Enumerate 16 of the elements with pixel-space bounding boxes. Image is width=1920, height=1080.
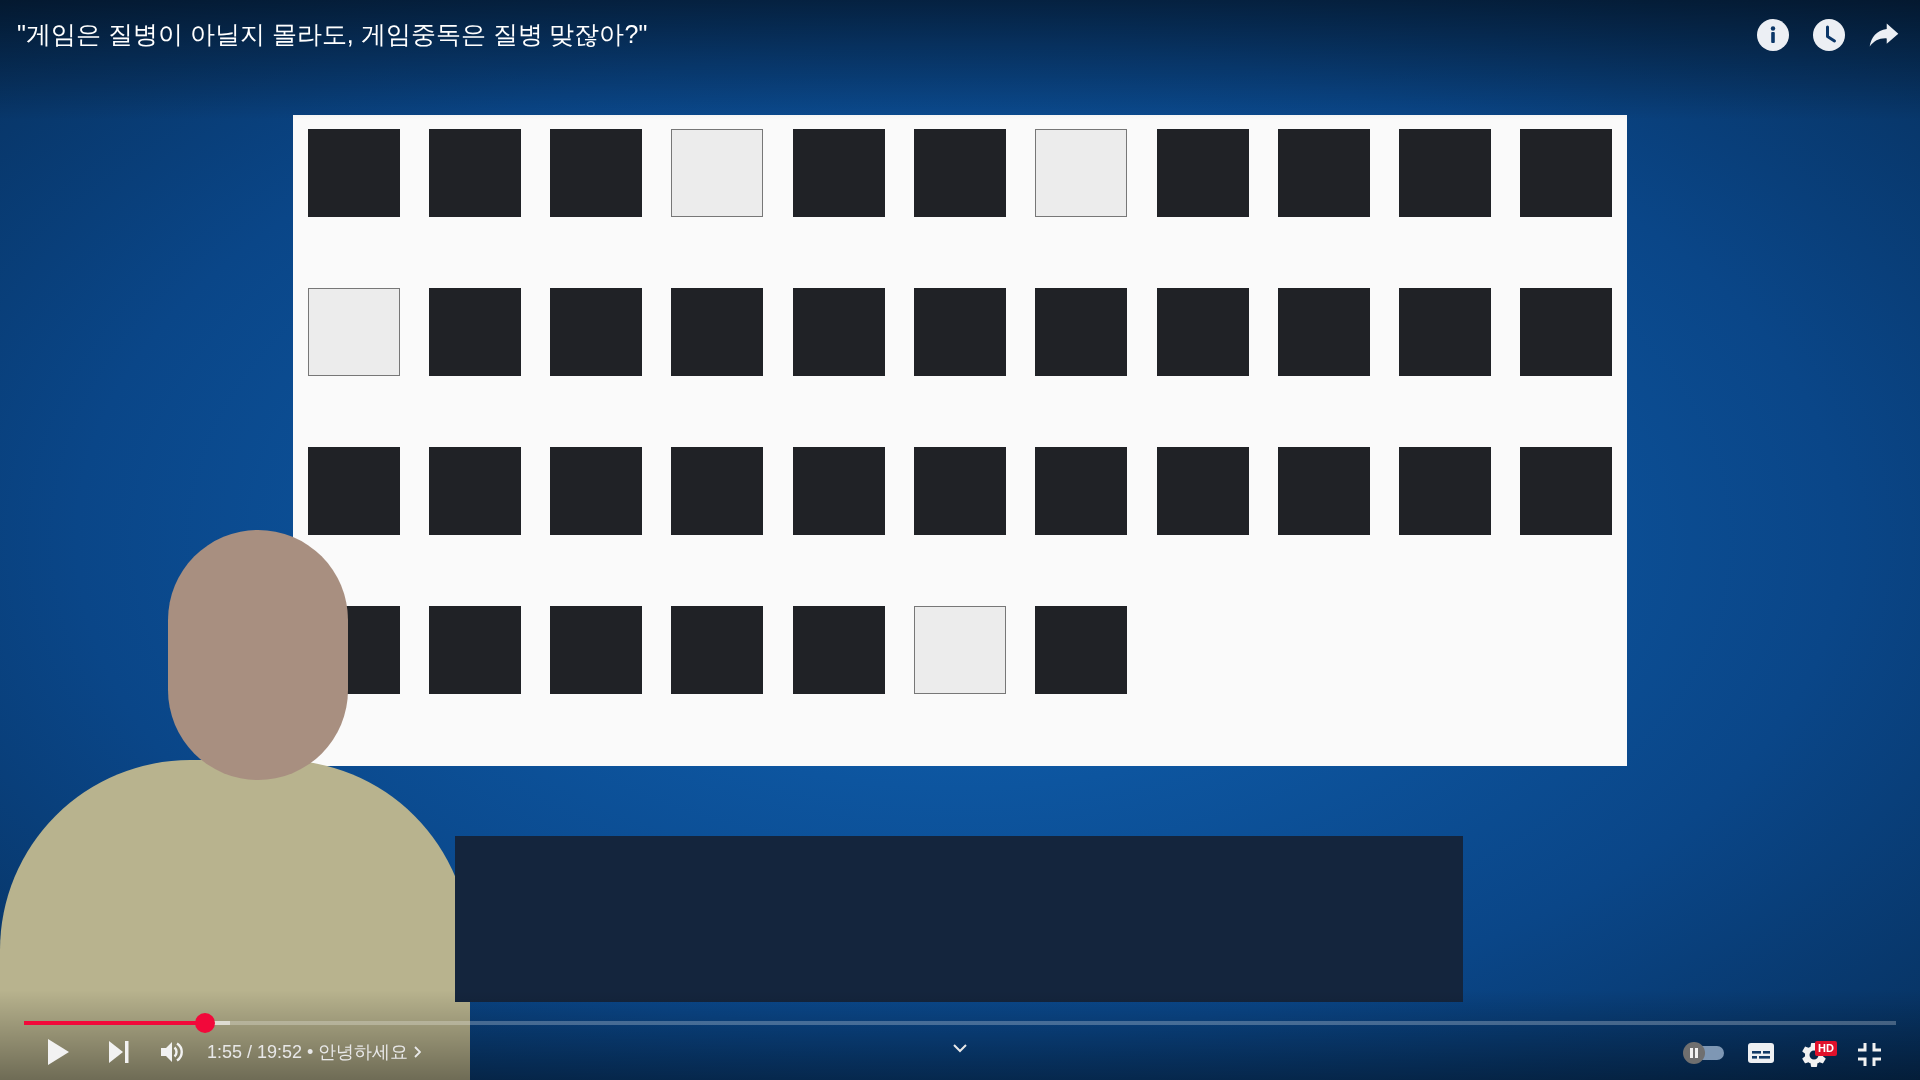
autoplay-toggle[interactable] bbox=[1683, 1042, 1724, 1064]
share-icon[interactable] bbox=[1869, 22, 1899, 48]
chevron-down-icon[interactable] bbox=[953, 1044, 967, 1053]
subtitles-icon[interactable] bbox=[1748, 1043, 1774, 1063]
speaker-icon[interactable] bbox=[161, 1041, 184, 1063]
next-icon[interactable] bbox=[109, 1040, 129, 1064]
pause-icon bbox=[1683, 1042, 1705, 1064]
chevron-right-icon bbox=[414, 1046, 422, 1058]
video-title[interactable]: "게임은 질병이 아닐지 몰라도, 게임중독은 질병 맞잖아?" bbox=[17, 16, 648, 52]
play-icon[interactable] bbox=[47, 1039, 69, 1065]
hd-badge: HD bbox=[1815, 1041, 1837, 1056]
time-display: 1:55 / 19:52 bbox=[207, 1041, 303, 1064]
exit-fullscreen-icon[interactable] bbox=[1858, 1043, 1881, 1066]
progress-bar[interactable] bbox=[24, 1013, 1896, 1033]
clock-icon[interactable] bbox=[1813, 19, 1845, 51]
info-icon[interactable] bbox=[1757, 19, 1789, 51]
